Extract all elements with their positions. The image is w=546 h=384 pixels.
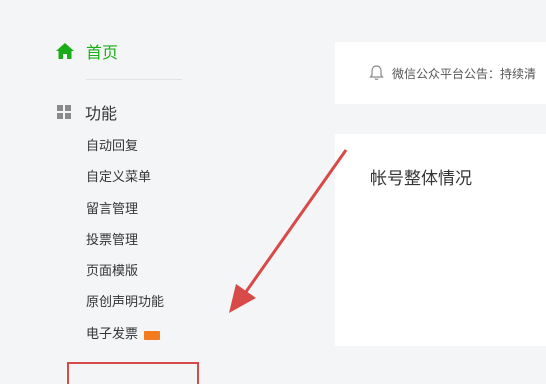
sidebar-item-auto-reply[interactable]: 自动回复 [86,137,164,168]
section-label: 功能 [85,104,118,123]
sidebar-item-page-templates[interactable]: 页面模版 [86,262,164,293]
overview-title: 帐号整体情况 [370,169,472,189]
sidebar-section-features[interactable]: 功能 [57,100,117,124]
new-badge-icon [144,330,161,340]
sidebar-divider [86,79,182,80]
menu-item-label: 投票管理 [86,232,139,248]
home-label: 首页 [86,43,119,62]
sidebar-item-comments[interactable]: 留言管理 [86,200,164,231]
home-icon [56,43,74,59]
sidebar-item-e-invoice[interactable]: 电子发票 [86,325,164,356]
sidebar-item-home[interactable]: 首页 [56,39,118,63]
menu-item-label: 自动回复 [86,139,139,154]
sidebar: 首页 功能 自动回复 自定义菜单 留言管理 投票管理 页面模版 原创声明功能 电… [0,0,300,384]
feature-menu: 自动回复 自定义菜单 留言管理 投票管理 页面模版 原创声明功能 电子发票 [86,137,164,356]
notice-text: 微信公众平台公告：持续清 [392,66,537,81]
notice-bar[interactable]: 微信公众平台公告：持续清 [335,42,546,104]
menu-item-label: 页面模版 [86,264,139,280]
menu-item-label: 留言管理 [86,201,139,217]
grid-icon [57,105,71,119]
menu-item-label: 原创声明功能 [86,295,165,311]
sidebar-item-custom-menu[interactable]: 自定义菜单 [86,168,164,199]
sidebar-item-original-claim[interactable]: 原创声明功能 [86,293,164,324]
menu-item-label: 自定义菜单 [86,170,152,186]
sidebar-item-votes[interactable]: 投票管理 [86,231,164,262]
highlight-box [67,362,199,384]
bell-icon [369,65,384,80]
menu-item-label: 电子发票 [86,326,139,342]
account-overview-card: 帐号整体情况 [335,134,546,346]
